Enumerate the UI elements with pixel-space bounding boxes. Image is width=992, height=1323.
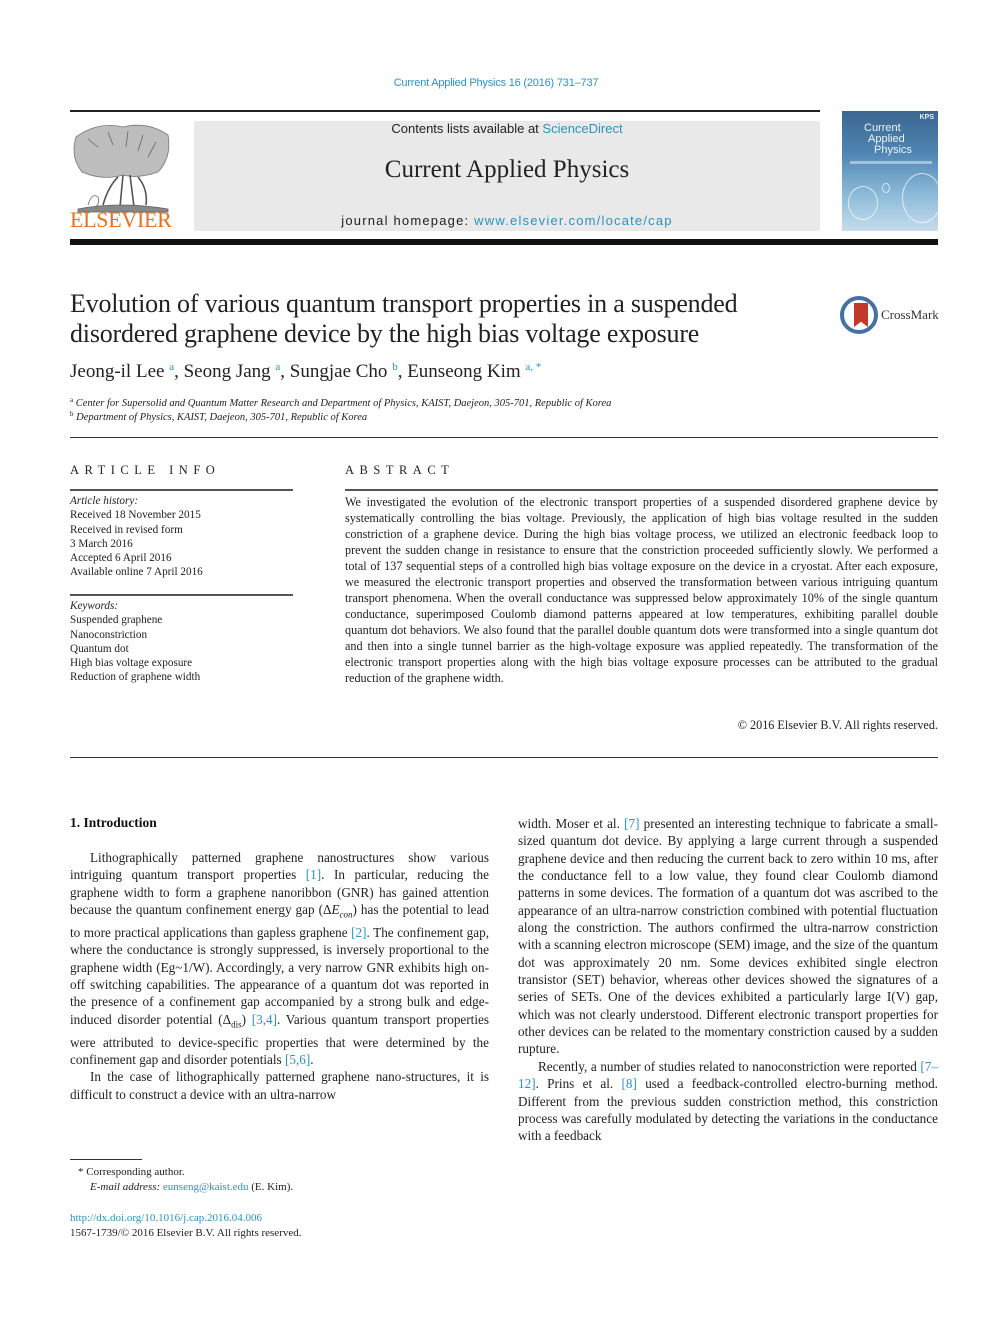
- affiliation-text: Center for Supersolid and Quantum Matter…: [75, 398, 612, 409]
- keyword-item: Nanoconstriction: [70, 628, 148, 641]
- paragraph: Lithographically patterned graphene nano…: [70, 850, 489, 1068]
- affiliation-text: Department of Physics, KAIST, Daejeon, 3…: [76, 412, 368, 423]
- keywords: Keywords: Suspended graphene Nanoconstri…: [70, 599, 200, 685]
- affiliation-a: a Center for Supersolid and Quantum Matt…: [70, 396, 611, 409]
- article-title: Evolution of various quantum transport p…: [70, 289, 738, 348]
- divider: [70, 757, 938, 758]
- email-link[interactable]: eunseng@kaist.edu: [163, 1181, 249, 1193]
- citation-link[interactable]: [1]: [306, 867, 321, 882]
- abstract-heading: ABSTRACT: [345, 463, 455, 477]
- affiliation-mark: a: [70, 396, 74, 404]
- journal-homepage-line: journal homepage: www.elsevier.com/locat…: [194, 213, 820, 228]
- cover-kps-badge: KPS: [919, 114, 934, 121]
- keyword-item: Quantum dot: [70, 642, 129, 655]
- keyword-item: Reduction of graphene width: [70, 671, 201, 684]
- cover-subtitle-bar: [850, 161, 932, 164]
- author-name[interactable]: Sungjae Cho: [290, 361, 388, 382]
- corresponding-author-footnote: * Corresponding author. E-mail address: …: [70, 1165, 293, 1195]
- divider: [345, 489, 938, 491]
- history-item: Accepted 6 April 2016: [70, 552, 172, 565]
- author-affil-mark[interactable]: a: [169, 361, 174, 373]
- running-head-citation[interactable]: Current Applied Physics 16 (2016) 731–73…: [0, 77, 992, 89]
- affiliation-b: b Department of Physics, KAIST, Daejeon,…: [70, 410, 367, 423]
- contents-line: Contents lists available at ScienceDirec…: [194, 121, 820, 136]
- body-column-right: width. Moser et al. [7] presented an int…: [518, 815, 938, 1145]
- email-line: E-mail address: eunseng@kaist.edu (E. Ki…: [70, 1180, 293, 1195]
- paragraph: In the case of lithographically patterne…: [70, 1069, 489, 1102]
- masthead-thick-divider: [70, 239, 938, 245]
- cover-title: Current Applied Physics: [864, 123, 912, 156]
- article-info-heading: ARTICLE INFO: [70, 463, 221, 477]
- footnote-divider: [70, 1159, 142, 1160]
- top-divider: [70, 110, 820, 112]
- citation-link[interactable]: [8]: [622, 1076, 637, 1091]
- divider: [70, 489, 293, 491]
- section-heading-introduction: 1. Introduction: [70, 815, 157, 830]
- author-list: Jeong-il Lee a, Seong Jang a, Sungjae Ch…: [70, 361, 542, 382]
- history-item: 3 March 2016: [70, 537, 133, 550]
- elsevier-wordmark[interactable]: ELSEVIER: [70, 209, 174, 231]
- crossmark-label: CrossMark: [881, 307, 939, 322]
- author-name[interactable]: Seong Jang: [184, 361, 271, 382]
- cover-bubble: [902, 173, 938, 223]
- cover-bubble: [848, 186, 878, 220]
- crossmark-button[interactable]: CrossMark: [840, 296, 940, 336]
- cover-title-line: Physics: [874, 144, 912, 156]
- keyword-item: High bias voltage exposure: [70, 657, 193, 670]
- author-affil-mark[interactable]: a: [275, 361, 280, 373]
- keyword-item: Suspended graphene: [70, 614, 163, 627]
- divider: [70, 437, 938, 438]
- affiliation-mark: b: [70, 410, 74, 418]
- paragraph: Recently, a number of studies related to…: [518, 1058, 938, 1144]
- author-affil-mark[interactable]: b: [392, 361, 398, 373]
- contents-prefix: Contents lists available at: [391, 121, 543, 136]
- divider: [70, 594, 293, 596]
- sciencedirect-link[interactable]: ScienceDirect: [542, 121, 622, 136]
- journal-cover-image[interactable]: KPS Current Applied Physics: [842, 111, 938, 231]
- crossmark-icon: [840, 296, 878, 334]
- citation-link[interactable]: [3,4]: [252, 1012, 277, 1027]
- citation-link[interactable]: [5,6]: [285, 1052, 310, 1067]
- body-column-left: Lithographically patterned graphene nano…: [70, 849, 489, 1103]
- journal-title: Current Applied Physics: [384, 156, 630, 183]
- abstract-copyright: © 2016 Elsevier B.V. All rights reserved…: [737, 718, 938, 732]
- paragraph: width. Moser et al. [7] presented an int…: [518, 816, 938, 1057]
- email-suffix: (E. Kim).: [248, 1181, 294, 1193]
- citation-link[interactable]: [2]: [351, 925, 366, 940]
- author-name[interactable]: Eunseong Kim: [407, 361, 520, 382]
- history-item: Received in revised form: [70, 523, 183, 536]
- article-history: Article history: Received 18 November 20…: [70, 494, 203, 580]
- email-label: E-mail address:: [90, 1181, 163, 1193]
- history-item: Received 18 November 2015: [70, 509, 201, 522]
- doi-link[interactable]: http://dx.doi.org/10.1016/j.cap.2016.04.…: [70, 1211, 262, 1226]
- crossmark-ribbon-icon: [854, 303, 868, 327]
- journal-homepage-link[interactable]: www.elsevier.com/locate/cap: [474, 213, 673, 228]
- homepage-prefix: journal homepage:: [341, 213, 475, 228]
- article-history-label: Article history:: [70, 495, 139, 507]
- author-name[interactable]: Jeong-il Lee: [70, 361, 164, 382]
- corresponding-author-note: * Corresponding author.: [78, 1166, 185, 1178]
- issn-copyright: 1567-1739/© 2016 Elsevier B.V. All right…: [70, 1227, 302, 1239]
- abstract-text: We investigated the evolution of the ele…: [345, 495, 938, 685]
- history-item: Available online 7 April 2016: [70, 566, 203, 579]
- keywords-label: Keywords:: [70, 600, 119, 612]
- cover-bubble: [882, 183, 890, 193]
- citation-link[interactable]: [7]: [624, 816, 639, 831]
- author-affil-mark[interactable]: a, *: [525, 361, 541, 373]
